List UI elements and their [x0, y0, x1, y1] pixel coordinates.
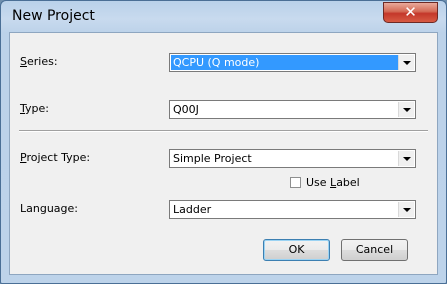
separator — [19, 130, 428, 132]
chevron-down-icon — [403, 157, 411, 161]
use-label-checkbox[interactable] — [290, 177, 301, 188]
series-dropdown-button[interactable] — [398, 55, 414, 70]
ok-button[interactable]: OK — [263, 239, 330, 261]
type-value: Q00J — [173, 103, 199, 116]
chevron-down-icon — [403, 208, 411, 212]
language-label: Language: — [20, 202, 78, 215]
language-value: Ladder — [173, 203, 212, 216]
project-type-dropdown-button[interactable] — [398, 151, 414, 166]
language-dropdown-button[interactable] — [398, 202, 414, 217]
use-label-text[interactable]: Use Label — [306, 176, 360, 189]
dialog-body: Series: QCPU (Q mode) Type: Q00J Project… — [9, 32, 438, 275]
close-button[interactable]: ✕ — [383, 2, 438, 23]
title-bar[interactable]: New Project ✕ — [1, 1, 446, 32]
type-label: Type: — [20, 102, 49, 115]
project-type-value: Simple Project — [173, 152, 252, 165]
project-type-combo[interactable]: Simple Project — [169, 149, 416, 168]
language-combo[interactable]: Ladder — [169, 200, 416, 219]
dialog-title: New Project — [12, 8, 95, 24]
type-combo[interactable]: Q00J — [169, 100, 416, 119]
series-label: Series: — [20, 55, 58, 68]
series-value: QCPU (Q mode) — [171, 55, 398, 70]
project-type-label: Project Type: — [20, 151, 91, 164]
chevron-down-icon — [403, 61, 411, 65]
close-icon: ✕ — [404, 3, 417, 21]
chevron-down-icon — [403, 108, 411, 112]
new-project-dialog: New Project ✕ Series: QCPU (Q mode) Type… — [0, 0, 447, 284]
type-dropdown-button[interactable] — [398, 102, 414, 117]
series-combo[interactable]: QCPU (Q mode) — [169, 53, 416, 72]
cancel-button[interactable]: Cancel — [341, 239, 408, 261]
